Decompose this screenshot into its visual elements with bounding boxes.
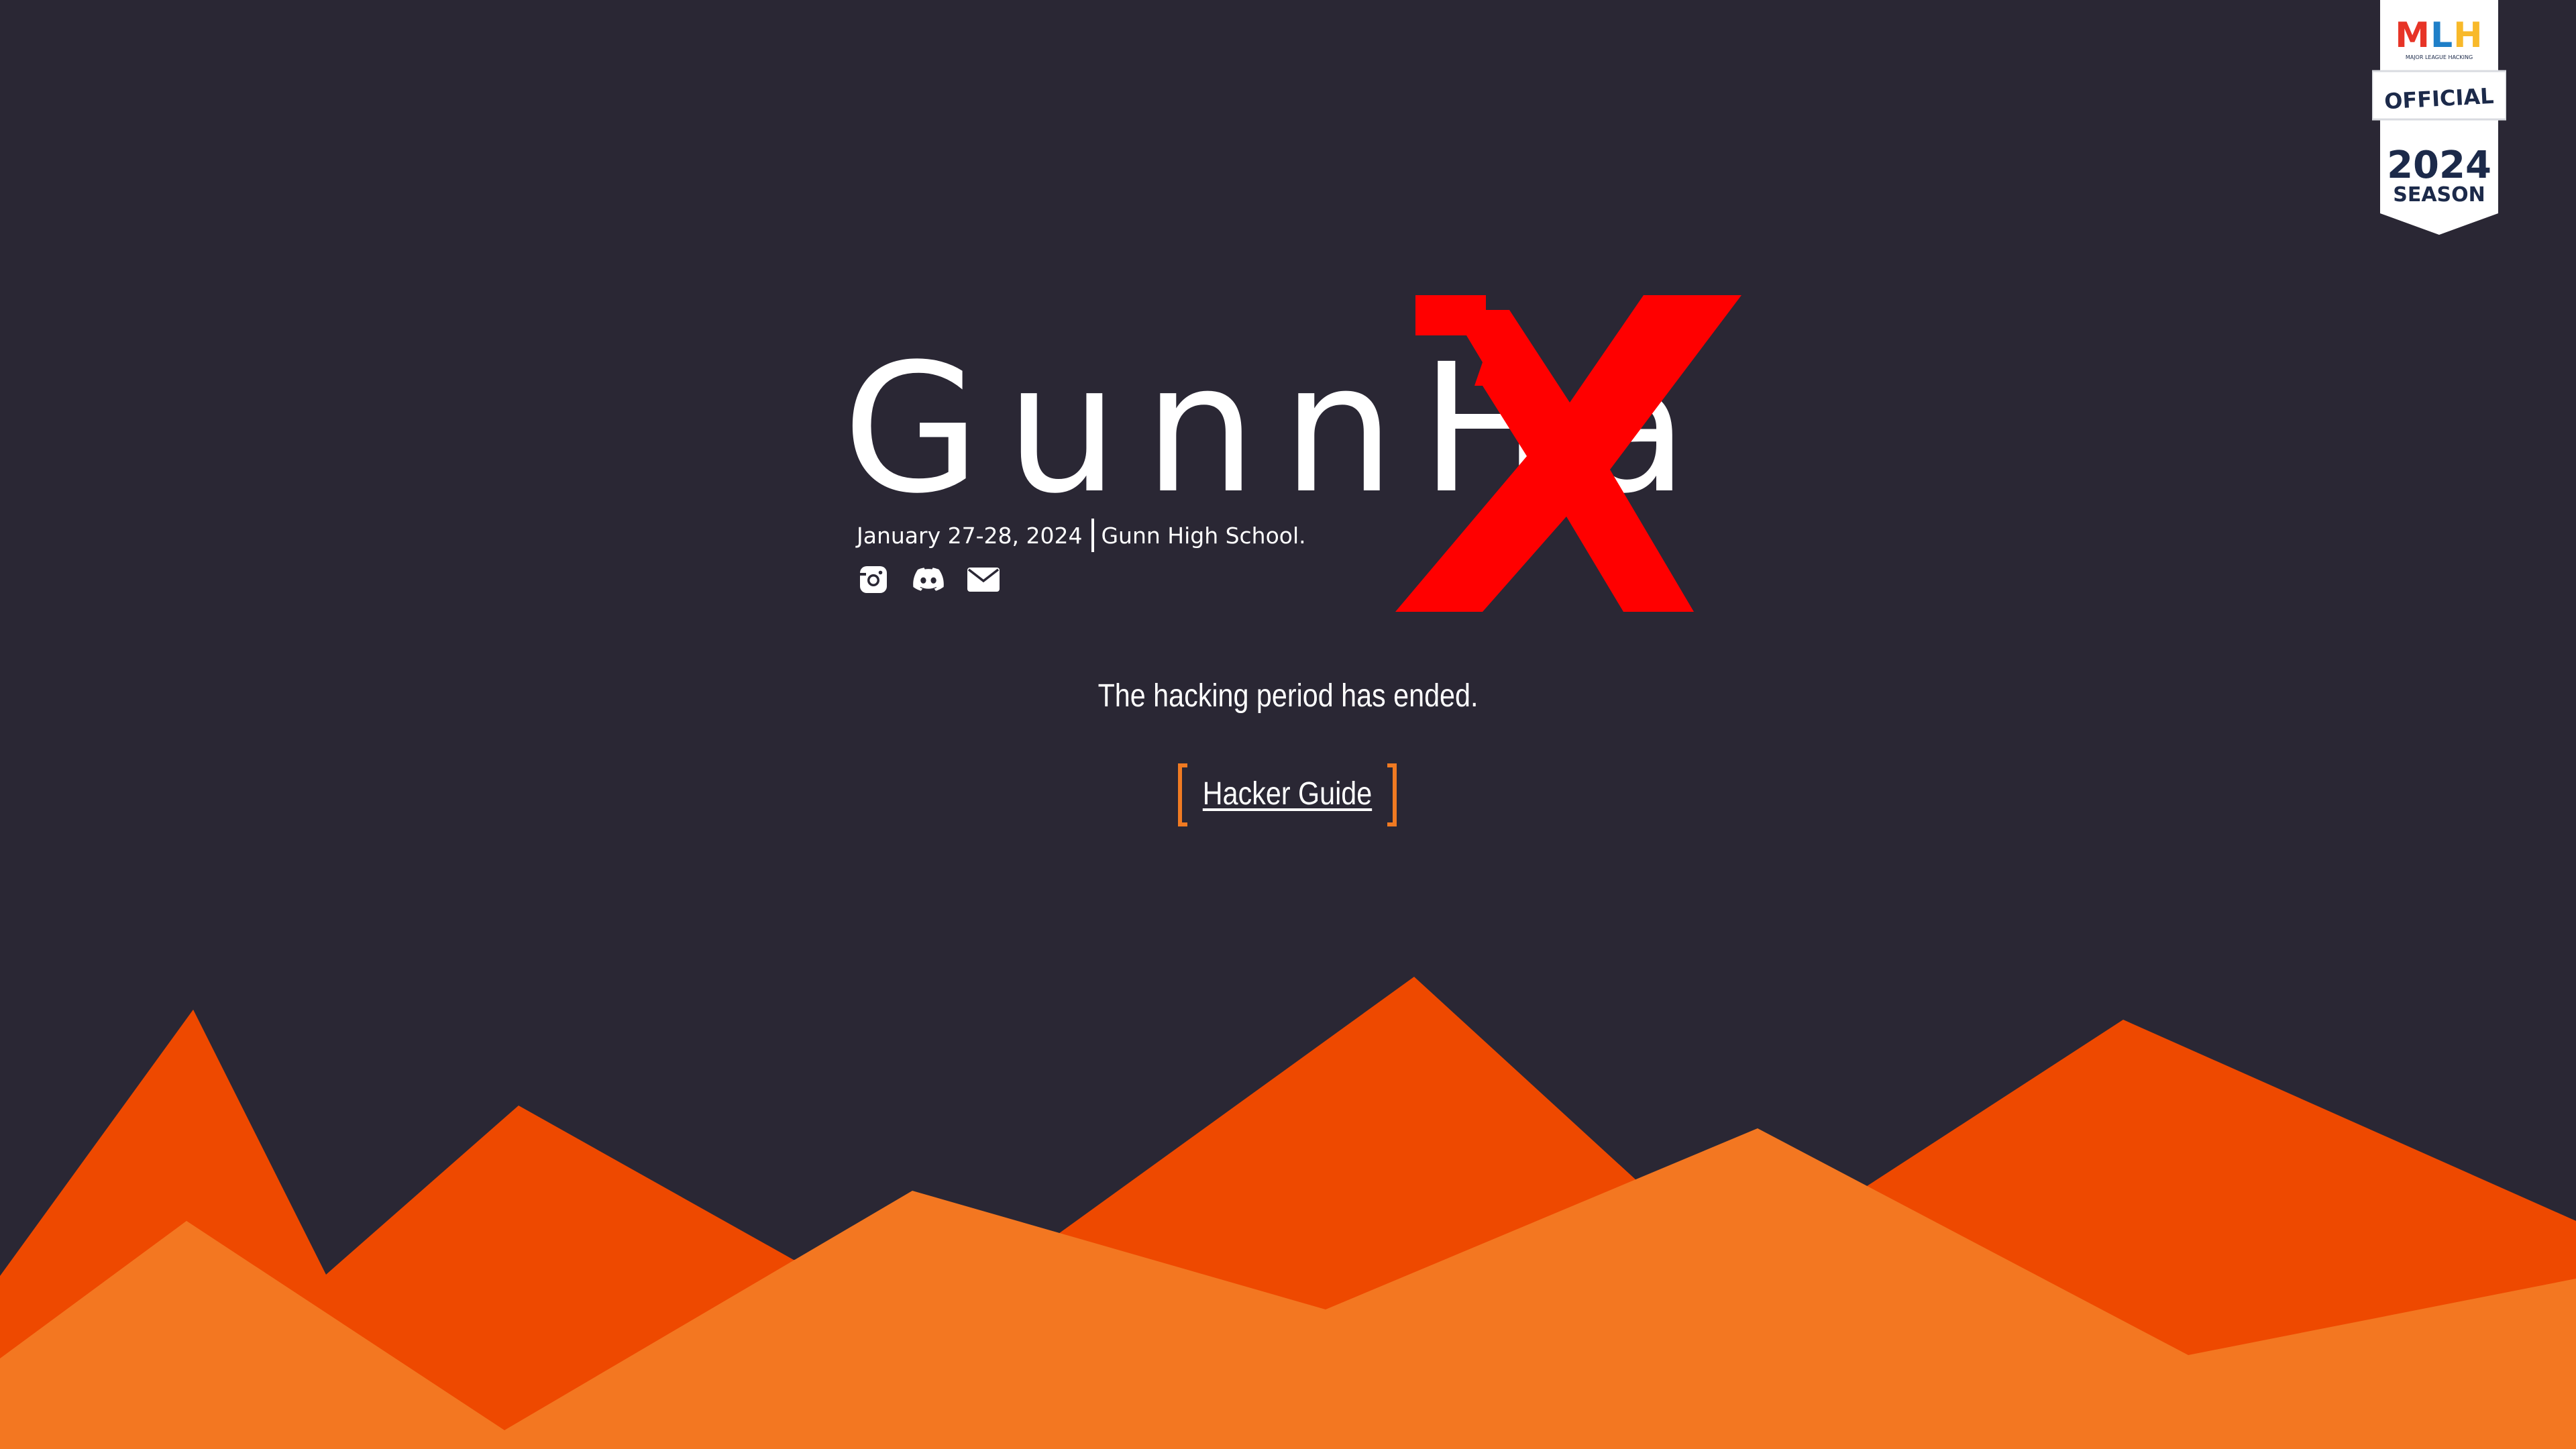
mlh-year: 2024: [2387, 144, 2491, 187]
right-bracket-decoration: [1387, 763, 1397, 826]
left-bracket-decoration: [1178, 763, 1187, 826]
mlh-tagline: MAJOR LEAGUE HACKING: [2406, 54, 2473, 60]
landing-page: GunnHa January 27-28, 2024 Gunn High Sch…: [0, 0, 2576, 1449]
event-info: January 27-28, 2024 Gunn High School.: [857, 517, 1306, 554]
red-x-logo-icon: [1395, 295, 1741, 612]
separator: [1091, 519, 1095, 552]
hacker-guide-link[interactable]: Hacker Guide: [1193, 775, 1381, 812]
mlh-logo: MLH: [2395, 15, 2483, 56]
mountain-background: [0, 977, 2576, 1449]
event-dates: January 27-28, 2024: [857, 522, 1083, 549]
instagram-icon: [860, 566, 887, 593]
discord-icon: [913, 568, 944, 591]
social-links: [857, 564, 1000, 596]
email-icon: [967, 568, 1000, 592]
hacker-guide-box: Hacker Guide: [1178, 763, 1397, 829]
event-location: Gunn High School.: [1101, 522, 1306, 549]
discord-link[interactable]: [912, 564, 945, 596]
svg-text:MLH: MLH: [2395, 15, 2483, 56]
instagram-link[interactable]: [857, 564, 890, 596]
hacking-status-text: The hacking period has ended.: [1097, 678, 1479, 714]
mlh-season-label: SEASON: [2393, 183, 2485, 207]
email-link[interactable]: [967, 564, 1000, 596]
mlh-official-badge[interactable]: MLH MAJOR LEAGUE HACKING OFFICIAL 2024 S…: [2372, 0, 2506, 239]
